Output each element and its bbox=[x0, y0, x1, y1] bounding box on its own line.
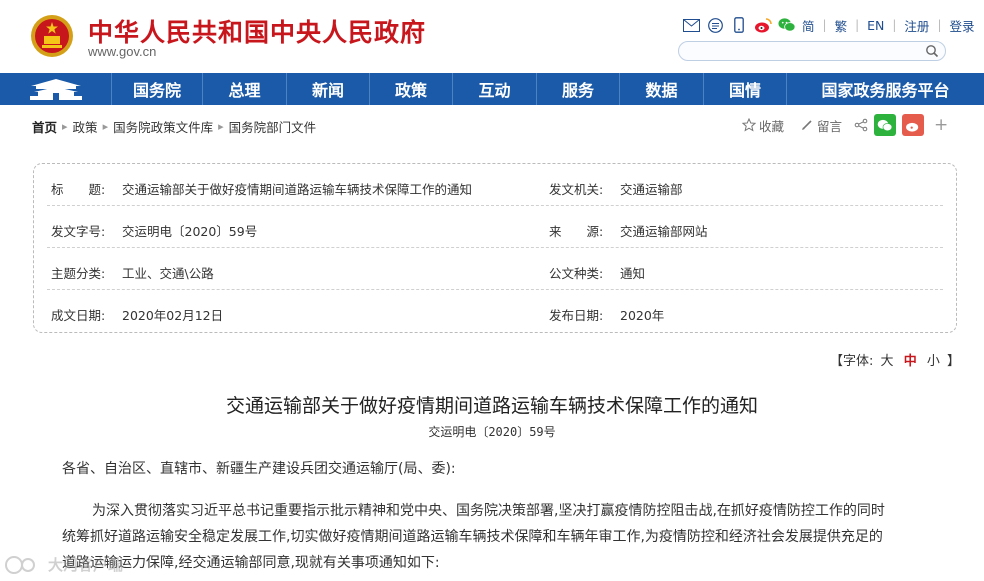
search-input[interactable] bbox=[678, 41, 946, 61]
national-emblem-icon[interactable] bbox=[30, 14, 74, 58]
font-size-control: 【字体: 大 中 小 】 bbox=[830, 350, 960, 369]
mobile-icon[interactable] bbox=[730, 16, 748, 34]
share-weibo-button[interactable] bbox=[902, 114, 925, 136]
nav-item-data[interactable]: 数据 bbox=[620, 73, 704, 105]
breadcrumb-policy-library[interactable]: 国务院政策文件库 bbox=[113, 117, 213, 136]
weibo-icon bbox=[906, 122, 919, 132]
info-value: 通知 bbox=[620, 266, 646, 281]
info-value: 交运明电〔2020〕59号 bbox=[122, 224, 258, 239]
paragraph-line: 道路运输运力保障,经交通运输部同意,现就有关事项通知如下: bbox=[62, 555, 440, 571]
nav-item-policy[interactable]: 政策 bbox=[370, 73, 453, 105]
traditional-chinese-link[interactable]: 繁 bbox=[835, 16, 848, 35]
breadcrumb: 首页 ▸ 政策 ▸ 国务院政策文件库 ▸ 国务院部门文件 bbox=[32, 117, 316, 136]
wechat-icon[interactable] bbox=[778, 16, 796, 34]
font-size-small-button[interactable]: 小 bbox=[927, 354, 940, 369]
info-value: 交通运输部 bbox=[620, 182, 683, 197]
chevron-right-icon: ▸ bbox=[218, 120, 224, 133]
chevron-right-icon: ▸ bbox=[102, 120, 109, 133]
salutation: 各省、自治区、直辖市、新疆生产建设兵团交通运输厅(局、委): bbox=[62, 461, 456, 477]
font-size-large-button[interactable]: 大 bbox=[881, 354, 894, 369]
nav-item-government-services-platform[interactable]: 国家政务服务平台 bbox=[787, 73, 984, 105]
weibo-icon[interactable] bbox=[754, 16, 772, 34]
info-row: 发文字号: 交运明电〔2020〕59号 来 源: 交通运输部网站 bbox=[47, 208, 943, 248]
star-icon bbox=[742, 118, 756, 132]
watermark-logo-icon bbox=[5, 555, 35, 574]
breadcrumb-policy[interactable]: 政策 bbox=[73, 117, 98, 136]
document-number: 交运明电〔2020〕59号 bbox=[428, 425, 556, 439]
info-label: 成文日期: bbox=[51, 308, 106, 323]
divider: | bbox=[892, 18, 897, 32]
info-label: 来 源: bbox=[549, 224, 604, 239]
main-nav: 国务院 总理 新闻 政策 互动 服务 数据 国情 国家政务服务平台 bbox=[0, 73, 984, 105]
nav-item-news[interactable]: 新闻 bbox=[287, 73, 370, 105]
register-link[interactable]: 注册 bbox=[904, 16, 929, 35]
nav-item-state-council[interactable]: 国务院 bbox=[112, 73, 203, 105]
nav-item-services[interactable]: 服务 bbox=[537, 73, 620, 105]
breadcrumb-home[interactable]: 首页 bbox=[32, 117, 57, 136]
favorite-label: 收藏 bbox=[759, 118, 785, 134]
font-size-close-bracket: 】 bbox=[947, 354, 961, 369]
info-value: 工业、交通\公路 bbox=[122, 266, 214, 281]
article-title: 交通运输部关于做好疫情期间道路运输车辆技术保障工作的通知 bbox=[225, 395, 758, 417]
info-label: 标 题: bbox=[51, 182, 106, 197]
info-row: 成文日期: 2020年02月12日 发布日期: 2020年 bbox=[47, 292, 943, 332]
site-header: 中华人民共和国中央人民政府 www.gov.cn 简 | 繁 | EN | 注册… bbox=[0, 0, 984, 73]
info-value: 交通运输部网站 bbox=[620, 224, 708, 239]
paragraph-line: 统筹抓好道路运输安全稳定发展工作,切实做好疫情期间道路运输车辆技术保障和车辆年审… bbox=[62, 529, 883, 545]
watermark: 大河客户端 bbox=[4, 554, 123, 575]
info-label: 发布日期: bbox=[549, 308, 604, 323]
share-icon bbox=[854, 118, 868, 132]
chevron-right-icon: ▸ bbox=[62, 120, 68, 133]
info-row: 主题分类: 工业、交通\公路 公文种类: 通知 bbox=[47, 250, 943, 290]
favorite-button[interactable]: 收藏 bbox=[742, 116, 784, 135]
document-info-table: 标 题: 交通运输部关于做好疫情期间道路运输车辆技术保障工作的通知 发文机关: … bbox=[33, 163, 957, 333]
info-row: 标 题: 交通运输部关于做好疫情期间道路运输车辆技术保障工作的通知 发文机关: … bbox=[47, 166, 943, 206]
divider: | bbox=[855, 18, 860, 32]
top-links-bar: 简 | 繁 | EN | 注册 | 登录 bbox=[682, 15, 975, 35]
watermark-text: 大河客户端 bbox=[48, 556, 124, 574]
share-button[interactable] bbox=[854, 118, 868, 132]
wechat-icon bbox=[877, 119, 893, 131]
info-value: 交通运输部关于做好疫情期间道路运输车辆技术保障工作的通知 bbox=[122, 182, 473, 197]
paragraph-line: 为深入贯彻落实习近平总书记重要指示批示精神和党中央、国务院决策部署,坚决打赢疫情… bbox=[92, 503, 885, 519]
divider: | bbox=[937, 18, 942, 32]
info-value: 2020年02月12日 bbox=[122, 308, 224, 323]
breadcrumb-department-documents[interactable]: 国务院部门文件 bbox=[229, 117, 317, 136]
nav-item-national-conditions[interactable]: 国情 bbox=[704, 73, 787, 105]
nav-item-premier[interactable]: 总理 bbox=[203, 73, 287, 105]
more-share-button[interactable]: + bbox=[934, 115, 948, 135]
article-toolbar: 收藏 留言 + bbox=[742, 113, 948, 137]
divider: | bbox=[822, 18, 827, 32]
info-label: 主题分类: bbox=[51, 266, 106, 281]
info-label: 发文字号: bbox=[51, 224, 106, 239]
nav-item-interaction[interactable]: 互动 bbox=[453, 73, 537, 105]
simplified-chinese-link[interactable]: 简 bbox=[802, 16, 815, 35]
info-label: 发文机关: bbox=[549, 182, 604, 197]
tiananmen-logo-icon[interactable] bbox=[0, 73, 112, 105]
font-size-medium-button[interactable]: 中 bbox=[904, 354, 917, 369]
english-link[interactable]: EN bbox=[867, 18, 884, 33]
pencil-icon bbox=[802, 120, 812, 130]
info-value: 2020年 bbox=[620, 308, 665, 323]
site-url: www.gov.cn bbox=[88, 44, 157, 59]
message-icon[interactable] bbox=[706, 16, 724, 34]
comment-button[interactable]: 留言 bbox=[800, 116, 842, 135]
login-link[interactable]: 登录 bbox=[949, 16, 974, 35]
search-icon[interactable] bbox=[925, 44, 939, 58]
info-label: 公文种类: bbox=[549, 266, 604, 281]
share-wechat-button[interactable] bbox=[874, 114, 897, 136]
email-icon[interactable] bbox=[682, 16, 700, 34]
font-size-label: 【字体: bbox=[830, 354, 874, 369]
comment-label: 留言 bbox=[817, 118, 843, 134]
